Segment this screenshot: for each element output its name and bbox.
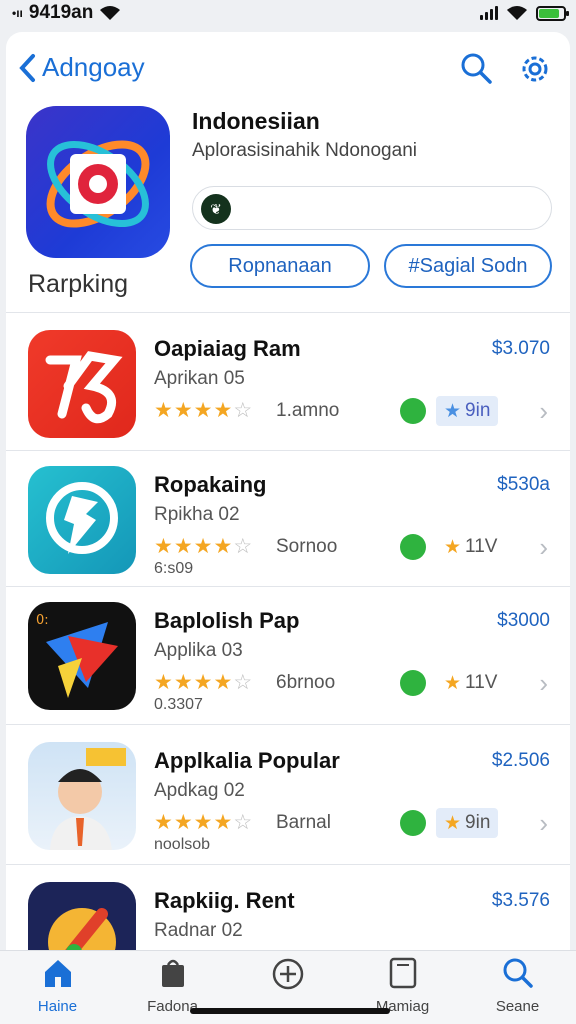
- search-icon[interactable]: [460, 52, 492, 84]
- leaf-icon: ❦: [201, 194, 231, 224]
- status-indicator: [400, 398, 426, 424]
- rating-badge: ★ 9in: [436, 396, 499, 426]
- badge-label: 11V: [465, 672, 498, 693]
- status-bar: •ıı 9419an: [0, 0, 576, 26]
- featured-app-name: Rarpking: [28, 270, 129, 298]
- star-icon: ★: [444, 400, 462, 422]
- featured-input-field[interactable]: ❦: [192, 186, 552, 230]
- bag-icon: [161, 959, 184, 987]
- chevron-right-icon[interactable]: ›: [539, 668, 548, 699]
- review-count: 6brnoo: [276, 672, 336, 693]
- rating-badge: ★ 11V: [436, 532, 505, 562]
- badge-label: 9in: [465, 812, 491, 833]
- app-store-card: Adngoay Rarpking Indonesiian Aplorasisin…: [6, 32, 570, 1024]
- back-label: Adngoay: [42, 52, 145, 82]
- star-rating: ★★★★☆: [154, 535, 254, 558]
- app-name: Ropakaing: [154, 472, 267, 497]
- app-icon: [28, 466, 136, 574]
- app-name: Baplolish Pap: [154, 608, 300, 633]
- app-price[interactable]: $530a: [497, 474, 550, 496]
- tab-label: Seane: [495, 998, 540, 1015]
- review-count: Sornoo: [276, 536, 338, 557]
- app-price[interactable]: $3.070: [492, 338, 550, 360]
- wifi-icon: [100, 6, 121, 20]
- featured-subtitle: Aplorasisinahik Ndonogani: [192, 140, 417, 161]
- plus-icon: [272, 958, 303, 990]
- svg-text:0:: 0:: [36, 613, 49, 628]
- battery-icon: [536, 5, 569, 21]
- star-icon: ★: [444, 672, 462, 694]
- app-name: Oapiaiag Ram: [154, 336, 301, 361]
- app-subtitle: Applika 03: [154, 640, 243, 661]
- badge-label: 11V: [465, 536, 498, 557]
- review-count: 1.amno: [276, 400, 340, 421]
- review-count: Barnal: [276, 812, 331, 833]
- app-row[interactable]: Ropakaing Rpikha 02 ★★★★☆ Sornoo 6:s09 $…: [6, 450, 570, 586]
- app-subtitle: Aprikan 05: [154, 368, 245, 389]
- search-icon: [503, 958, 533, 988]
- status-indicator: [400, 810, 426, 836]
- app-row[interactable]: Applkalia Popular Apdkag 02 ★★★★☆ Barnal…: [6, 726, 570, 862]
- rating-badge: ★ 9in: [436, 808, 499, 838]
- badge-label: 9in: [465, 400, 491, 421]
- home-icon: [44, 960, 71, 987]
- chevron-right-icon[interactable]: ›: [539, 396, 548, 427]
- app-icon: [28, 742, 136, 850]
- chevron-right-icon[interactable]: ›: [539, 808, 548, 839]
- tab-label: Haine: [37, 998, 78, 1015]
- app-subtitle: Radnar 02: [154, 920, 243, 941]
- star-rating: ★★★★☆: [154, 671, 254, 694]
- star-icon: ★: [444, 536, 462, 558]
- app-price[interactable]: $3000: [497, 610, 550, 632]
- tab-search[interactable]: Seane: [460, 957, 575, 1015]
- featured-title: Indonesiian: [192, 108, 320, 134]
- featured-app-icon[interactable]: [26, 106, 170, 258]
- app-icon: 0:: [28, 602, 136, 710]
- app-price[interactable]: $3.576: [492, 890, 550, 912]
- app-meta: noolsob: [154, 836, 211, 853]
- chevron-right-icon[interactable]: ›: [539, 532, 548, 563]
- app-icon: [28, 330, 136, 438]
- status-indicator: [400, 534, 426, 560]
- navigation-bar: Adngoay: [6, 48, 570, 92]
- app-name: Applkalia Popular: [154, 748, 340, 773]
- secondary-pill-button[interactable]: #Sagial Sodn: [384, 244, 552, 288]
- status-time: 9419an: [28, 2, 94, 23]
- primary-pill-button[interactable]: Ropnanaan: [190, 244, 370, 288]
- divider: [6, 864, 570, 865]
- tab-add[interactable]: [230, 957, 345, 1000]
- app-meta: 0.3307: [154, 696, 203, 713]
- tab-mamiag[interactable]: Mamiag: [345, 957, 460, 1015]
- divider: [6, 724, 570, 725]
- signal-dots: •ıı: [12, 6, 23, 20]
- tablet-icon: [389, 957, 416, 989]
- app-name: Rapkiig. Rent: [154, 888, 295, 913]
- rating-badge: ★ 11V: [436, 668, 505, 698]
- tab-fadona[interactable]: Fadona: [115, 957, 230, 1015]
- star-icon: ★: [444, 812, 462, 834]
- app-row[interactable]: Oapiaiag Ram Aprikan 05 ★★★★☆ 1.amno $3.…: [6, 314, 570, 450]
- status-indicator: [400, 670, 426, 696]
- featured-app: Rarpking Indonesiian Aplorasisinahik Ndo…: [6, 102, 570, 314]
- app-meta: 6:s09: [154, 560, 194, 577]
- wifi-icon: [507, 6, 527, 20]
- star-rating: ★★★★☆: [154, 811, 254, 834]
- cellular-signal-icon: [480, 6, 498, 20]
- app-subtitle: Rpikha 02: [154, 504, 240, 525]
- tab-home[interactable]: Haine: [0, 957, 115, 1015]
- app-subtitle: Apdkag 02: [154, 780, 245, 801]
- app-row[interactable]: 0: Baplolish Pap Applika 03 ★★★★☆ 6brnoo…: [6, 586, 570, 722]
- star-rating: ★★★★☆: [154, 399, 254, 422]
- swirl-logo-icon: [46, 140, 150, 228]
- chevron-left-icon: [19, 53, 35, 82]
- gear-icon[interactable]: [518, 52, 552, 86]
- app-price[interactable]: $2.506: [492, 750, 550, 772]
- back-button[interactable]: Adngoay: [18, 52, 145, 83]
- divider: [6, 312, 570, 313]
- home-indicator[interactable]: [190, 1008, 390, 1014]
